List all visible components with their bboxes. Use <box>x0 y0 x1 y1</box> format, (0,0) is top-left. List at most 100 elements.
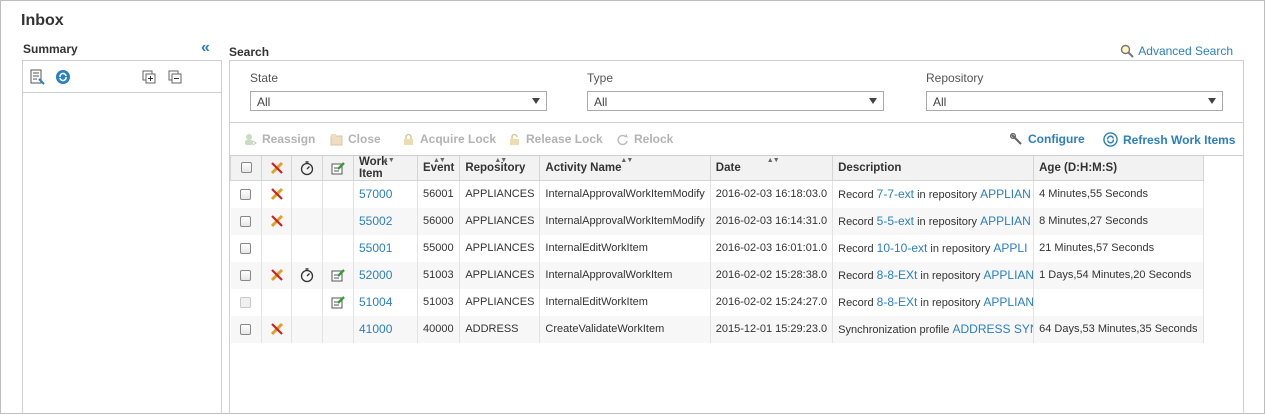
description-repository-link[interactable]: APPLIAN <box>983 268 1032 282</box>
acquire-lock-label: Acquire Lock <box>420 132 497 146</box>
cross-out-icon[interactable] <box>269 267 285 283</box>
cross-out-icon[interactable] <box>269 321 285 337</box>
collapse-all-icon[interactable] <box>167 69 183 85</box>
sort-icon[interactable]: ▲▼ <box>382 157 395 164</box>
table-row[interactable]: 55001 55000 APPLIANCES InternalEditWorkItem… <box>230 234 1205 262</box>
column-header-age[interactable]: Age (D:H:M:S) <box>1033 156 1205 181</box>
cross-out-icon[interactable] <box>269 186 285 202</box>
age-cell: 1 Days,54 Minutes,20 Seconds <box>1033 261 1205 289</box>
stopwatch-icon[interactable] <box>299 267 315 283</box>
timer-cell <box>291 261 323 289</box>
row-checkbox[interactable] <box>240 215 252 227</box>
row-checkbox[interactable] <box>240 269 252 281</box>
dropdown-arrow-icon <box>1208 98 1216 104</box>
summary-panel <box>22 60 222 414</box>
description-repository-link[interactable]: APPLI <box>993 241 1027 255</box>
row-checkbox[interactable] <box>240 188 252 200</box>
date-cell: 2016-02-03 16:01:01.0 <box>710 234 834 262</box>
edit-icon[interactable] <box>330 294 346 310</box>
sort-icon[interactable]: ▲▼ <box>620 157 633 164</box>
table-row[interactable]: 41000 40000 ADDRESS CreateValidateWorkItem 2… <box>230 315 1205 343</box>
activity-cell: InternalEditWorkItem <box>539 288 711 316</box>
column-header-description[interactable]: Description <box>832 156 1035 181</box>
relock-icon <box>617 133 628 145</box>
event-cell: 51003 <box>417 288 461 316</box>
cross-cell <box>261 288 292 316</box>
column-header-work-item[interactable]: ▲▼ Work Item <box>353 156 418 181</box>
expand-all-icon[interactable] <box>141 69 157 85</box>
advanced-search-label: Advanced Search <box>1138 44 1233 58</box>
column-header-repository[interactable]: ▲▼ Repository <box>459 156 541 181</box>
search-panel: State All Type All Repository All <box>229 60 1244 122</box>
work-item-cell: 55002 <box>353 207 418 235</box>
column-header-event[interactable]: ▲▼ Event <box>416 156 461 181</box>
work-item-link[interactable]: 52000 <box>359 268 392 282</box>
edit-cell <box>322 207 354 235</box>
select-all-checkbox[interactable] <box>240 162 252 174</box>
description-cell: Record 5-5-ext in repository APPLIAN <box>832 207 1035 235</box>
description-link[interactable]: 7-7-ext <box>877 187 914 201</box>
cross-cell <box>261 234 292 262</box>
timer-header <box>291 156 323 181</box>
work-item-link[interactable]: 55001 <box>359 241 392 255</box>
sort-icon[interactable]: ▲▼ <box>494 157 507 164</box>
refresh-icon[interactable] <box>55 69 71 85</box>
work-item-link[interactable]: 55002 <box>359 214 392 228</box>
description-prefix: Synchronization profile <box>838 324 950 336</box>
work-item-cell: 52000 <box>353 261 418 289</box>
sort-icon[interactable]: ▲▼ <box>767 157 780 164</box>
reassign-button[interactable]: Reassign <box>244 132 315 146</box>
description-link[interactable]: ADDRESS SYN <box>952 322 1032 336</box>
repository-cell: APPLIANCES <box>459 207 541 235</box>
table-row[interactable]: 51004 51003 APPLIANCES InternalEditWorkItem… <box>230 288 1205 316</box>
type-select[interactable]: All <box>587 91 884 111</box>
refresh-work-items-button[interactable]: Refresh Work Items <box>1103 132 1235 147</box>
description-repository-link[interactable]: APPLIAN <box>980 214 1031 228</box>
row-checkbox[interactable] <box>240 242 252 254</box>
description-link[interactable]: 8-8-EXt <box>877 268 918 282</box>
work-item-link[interactable]: 41000 <box>359 322 392 336</box>
release-lock-label: Release Lock <box>526 132 603 146</box>
description-cell: Record 7-7-ext in repository APPLIAN <box>832 180 1035 208</box>
row-checkbox[interactable] <box>240 323 252 335</box>
table-header-row: ▲▼ Work Item ▲▼ Event ▲▼ Repository ▲▼ Activ… <box>230 156 1205 181</box>
date-cell: 2016-02-03 16:14:31.0 <box>710 207 834 235</box>
acquire-lock-button[interactable]: Acquire Lock <box>402 132 496 146</box>
repository-filter: Repository All <box>926 71 1223 111</box>
edit-header <box>322 156 354 181</box>
close-button[interactable]: Close <box>330 132 381 146</box>
work-items-table: ▲▼ Work Item ▲▼ Event ▲▼ Repository ▲▼ Activ… <box>229 155 1244 414</box>
cross-cell <box>261 207 292 235</box>
edit-icon[interactable] <box>330 267 346 283</box>
unlock-icon <box>510 133 519 145</box>
sort-icon[interactable]: ▲▼ <box>433 157 446 164</box>
configure-button[interactable]: Configure <box>1010 132 1085 146</box>
description-link[interactable]: 8-8-EXt <box>877 295 918 309</box>
state-select-value: All <box>257 95 271 109</box>
report-icon[interactable] <box>29 69 45 85</box>
description-repository-link[interactable]: APPLIAN <box>983 295 1032 309</box>
release-lock-button[interactable]: Release Lock <box>508 132 603 146</box>
description-link[interactable]: 5-5-ext <box>877 214 914 228</box>
state-select[interactable]: All <box>250 91 547 111</box>
select-all-header[interactable] <box>230 156 262 181</box>
timer-cell <box>291 288 323 316</box>
column-header-activity-name[interactable]: ▲▼ Activity Name <box>539 156 711 181</box>
description-repository-link[interactable]: APPLIAN <box>980 187 1031 201</box>
type-select-value: All <box>594 95 608 109</box>
cross-out-icon[interactable] <box>269 213 285 229</box>
table-row[interactable]: 52000 51003 APPLIANCES InternalApprovalWork… <box>230 261 1205 289</box>
relock-label: Relock <box>634 132 674 146</box>
table-row[interactable]: 57000 56001 APPLIANCES InternalApprovalWork… <box>230 180 1205 208</box>
work-item-link[interactable]: 51004 <box>359 295 392 309</box>
collapse-panel-icon[interactable]: « <box>201 40 210 56</box>
column-header-date[interactable]: ▲▼ Date <box>709 156 834 181</box>
page-title: Inbox <box>21 12 64 29</box>
advanced-search-link[interactable]: Advanced Search <box>1120 44 1233 58</box>
relock-button[interactable]: Relock <box>616 132 673 146</box>
work-item-link[interactable]: 57000 <box>359 187 392 201</box>
repository-select[interactable]: All <box>926 91 1223 111</box>
description-link[interactable]: 10-10-ext <box>877 241 928 255</box>
table-row[interactable]: 55002 56000 APPLIANCES InternalApprovalWork… <box>230 207 1205 235</box>
search-label: Search <box>229 45 270 59</box>
